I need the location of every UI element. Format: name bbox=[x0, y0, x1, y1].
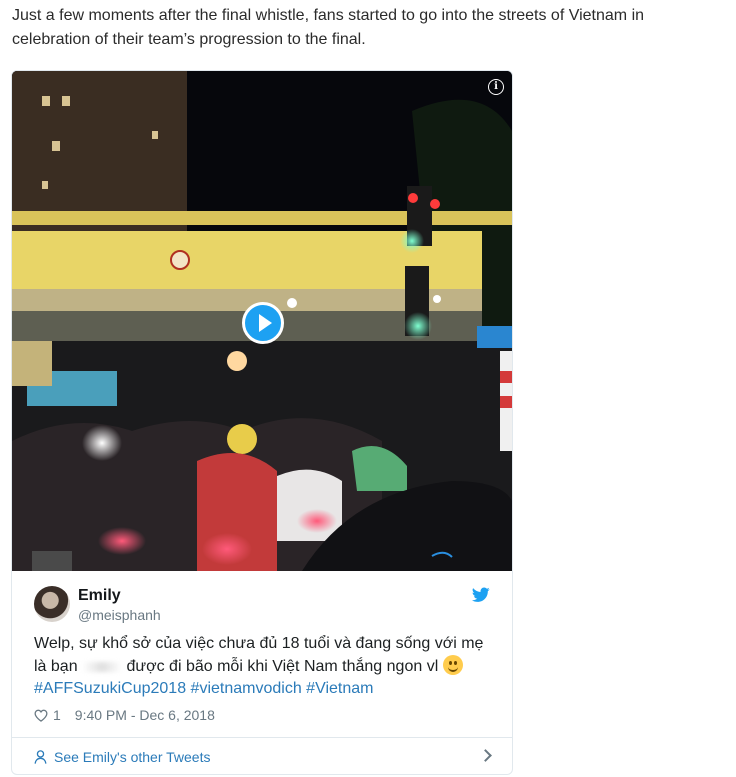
tweet-card: Emily @meisphanh Welp, sự khổ sở của việ… bbox=[12, 571, 512, 774]
see-more-label: See Emily's other Tweets bbox=[54, 749, 211, 765]
tweet-text-line2-start: là bạn bbox=[34, 658, 78, 675]
play-button[interactable] bbox=[242, 302, 284, 344]
see-more-tweets-link[interactable]: See Emily's other Tweets bbox=[34, 747, 492, 767]
hashtag-affsuzukicup2018[interactable]: #AFFSuzukiCup2018 bbox=[34, 680, 186, 697]
hashtag-row: #AFFSuzukiCup2018 #vietnamvodich #Vietna… bbox=[34, 678, 494, 700]
heart-icon[interactable] bbox=[34, 709, 48, 722]
user-name[interactable]: Emily bbox=[78, 587, 121, 605]
divider bbox=[12, 737, 512, 738]
like-count[interactable]: 1 bbox=[53, 707, 61, 723]
hashtag-vietnam[interactable]: #Vietnam bbox=[306, 680, 373, 697]
tweet-text: Welp, sự khổ sở của việc chưa đủ 18 tuổi… bbox=[34, 633, 494, 700]
person-icon bbox=[34, 750, 47, 764]
tweet-text-line2: là bạn được đi bão mỗi khi Việt Nam thắn… bbox=[34, 655, 494, 678]
user-handle[interactable]: @meisphanh bbox=[78, 607, 161, 623]
tweet-video[interactable]: i bbox=[12, 71, 512, 571]
tweet-text-line2-end: được đi bão mỗi khi Việt Nam thắng ngon … bbox=[126, 658, 439, 675]
hashtag-vietnamvodich[interactable]: #vietnamvodich bbox=[191, 680, 302, 697]
chevron-right-icon bbox=[479, 749, 492, 762]
tweet-timestamp[interactable]: 9:40 PM - Dec 6, 2018 bbox=[75, 707, 215, 723]
play-icon bbox=[259, 314, 272, 332]
smile-emoji-icon bbox=[442, 655, 463, 675]
tweet-embed: i Emily @meisphanh Welp, sự khổ sở của v… bbox=[11, 70, 513, 775]
avatar[interactable] bbox=[34, 586, 70, 622]
twitter-bird-icon[interactable] bbox=[472, 587, 490, 603]
tweet-meta: 1 9:40 PM - Dec 6, 2018 bbox=[34, 707, 215, 723]
blurred-word bbox=[82, 661, 123, 672]
article-paragraph: Just a few moments after the final whist… bbox=[12, 7, 645, 48]
info-icon[interactable]: i bbox=[488, 79, 504, 95]
tweet-text-line1: Welp, sự khổ sở của việc chưa đủ 18 tuổi… bbox=[34, 635, 484, 652]
